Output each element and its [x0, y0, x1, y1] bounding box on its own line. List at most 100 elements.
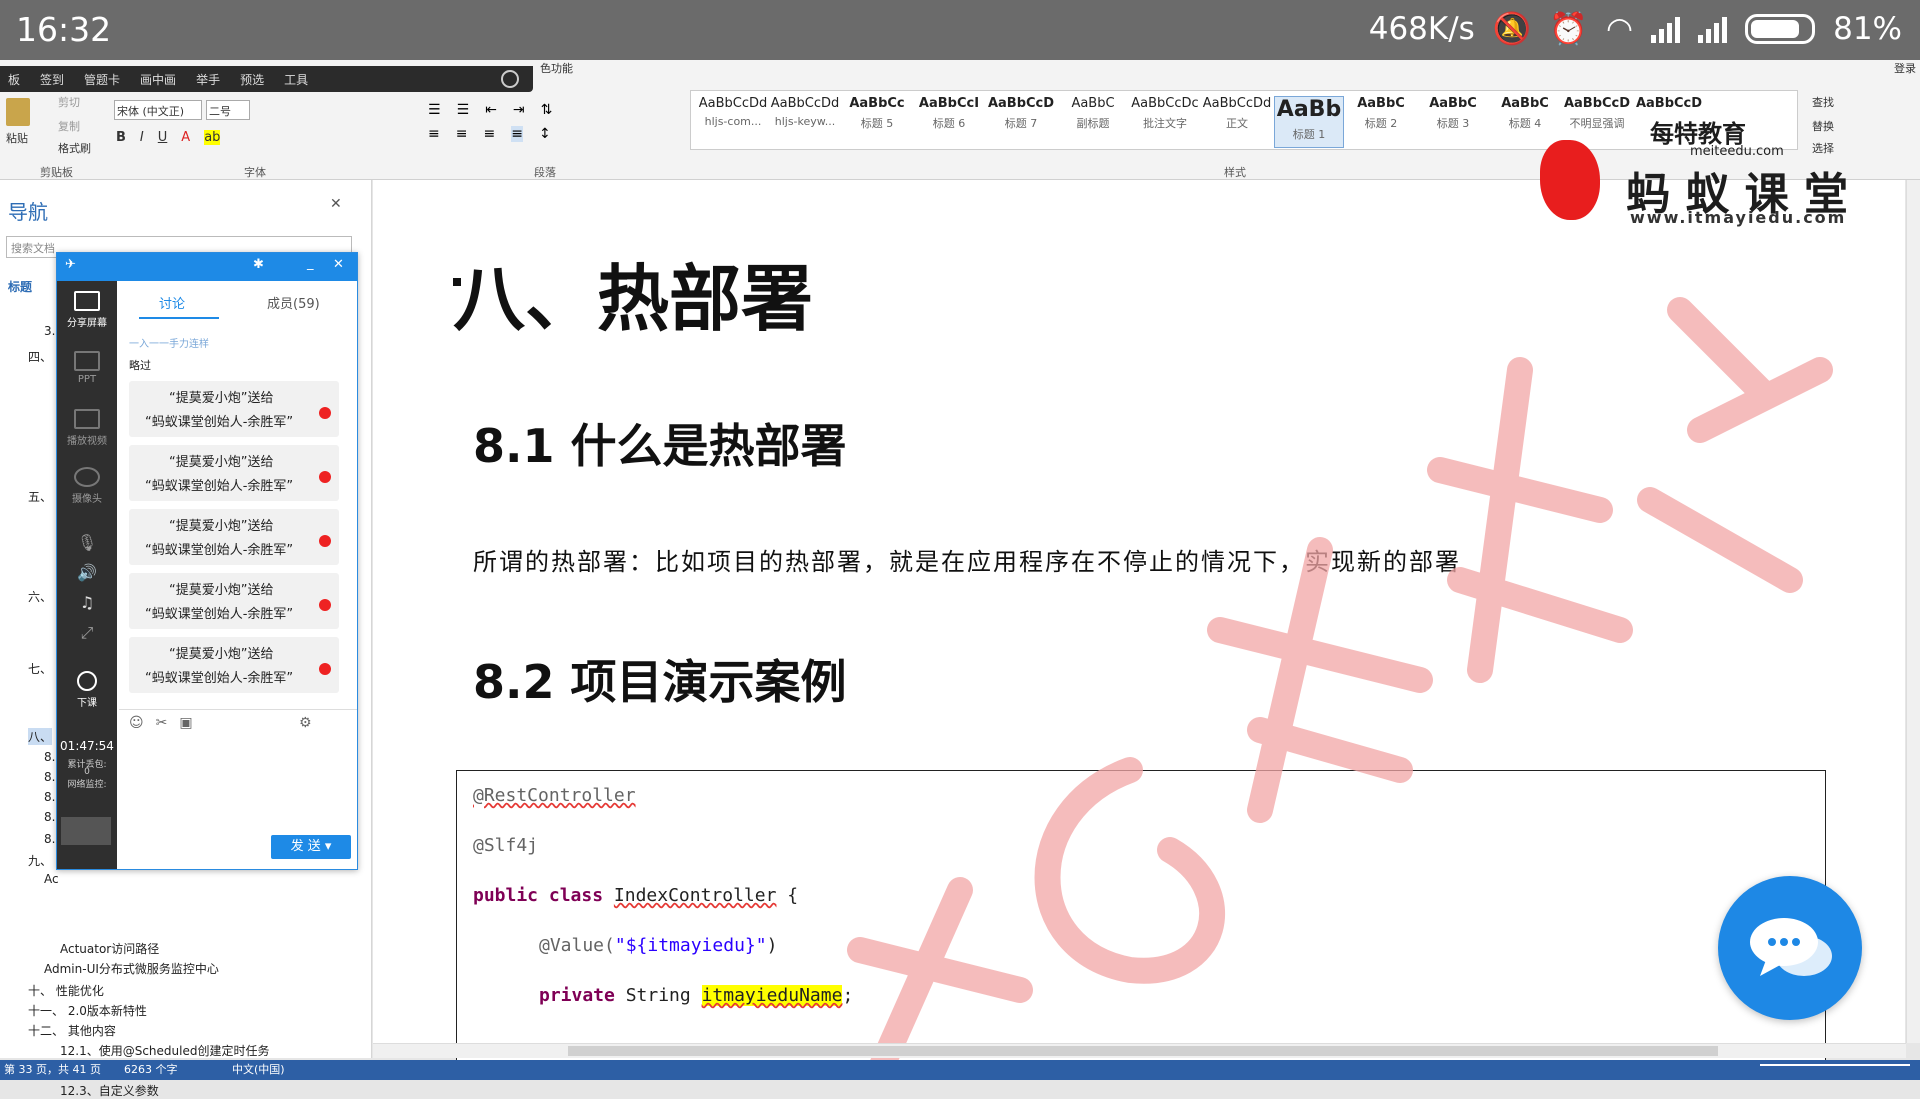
justify-icon[interactable]: ≡ — [511, 126, 523, 142]
gift-sender: “提莫爱小炮”送给 — [169, 647, 274, 662]
tab-answer-card[interactable]: 管题卡 — [84, 71, 120, 88]
font-size-select[interactable]: 二号 — [206, 100, 250, 120]
nav-item[interactable]: Ac — [44, 872, 59, 886]
battery-icon — [1745, 13, 1816, 44]
zoom-slider[interactable] — [1760, 1064, 1910, 1066]
close-icon[interactable]: ✕ — [333, 257, 344, 272]
login-link[interactable]: 登录 — [1894, 60, 1916, 76]
line-spacing-icon[interactable]: ↕ — [539, 126, 551, 142]
close-icon[interactable]: ✕ — [330, 196, 342, 212]
style-item[interactable]: AaBbCcDd 正文 — [1202, 96, 1272, 148]
font-name-select[interactable]: 宋体 (中文正) — [114, 100, 202, 120]
align-center-icon[interactable]: ≡ — [456, 126, 468, 142]
share-icon[interactable]: ✈ — [65, 257, 76, 272]
nav-item[interactable]: 3. — [44, 324, 55, 338]
gift-recipient: “蚂蚁课堂创始人-余胜军” — [145, 607, 294, 622]
style-item[interactable]: AaBbCcI 标题 6 — [914, 96, 984, 148]
tab-preselect[interactable]: 预选 — [240, 71, 264, 88]
nav-tab-headings[interactable]: 标题 — [8, 278, 32, 295]
style-item[interactable]: AaBbCcD 标题 7 — [986, 96, 1056, 148]
heading-1: 八、热部署 — [453, 256, 814, 341]
speaker-icon[interactable]: 🔊 — [57, 563, 117, 582]
nav-item[interactable]: 十二、 其他内容 — [28, 1022, 116, 1039]
nav-item[interactable]: 12.1、使用@Scheduled创建定时任务 — [60, 1042, 269, 1059]
minimize-icon[interactable]: _ — [307, 256, 314, 271]
fullscreen-icon[interactable]: ⤢ — [57, 623, 117, 643]
nav-item[interactable]: 八、 — [28, 728, 53, 745]
highlight-icon[interactable]: ab — [204, 130, 221, 145]
indent-icon[interactable]: ⇥ — [513, 102, 525, 118]
share-screen-button[interactable]: 分享屏幕 — [57, 291, 117, 329]
pin-icon[interactable]: ✱ — [253, 257, 264, 272]
style-item[interactable]: AaBb 标题 1 — [1274, 96, 1344, 148]
nav-item[interactable]: 十、 性能优化 — [28, 982, 104, 999]
network-monitor-label: 网络监控: — [67, 780, 107, 790]
battery-percent: 81% — [1833, 10, 1902, 47]
word-count[interactable]: 6263 个字 — [124, 1061, 178, 1077]
vertical-scrollbar[interactable] — [1906, 180, 1920, 1043]
nav-item[interactable]: 七、 — [28, 660, 52, 677]
underline-button[interactable]: U — [158, 130, 168, 145]
nav-item[interactable]: Actuator访问路径 — [60, 940, 159, 957]
align-right-icon[interactable]: ≡ — [483, 126, 495, 142]
style-sample: AaBbCcDd — [1202, 96, 1272, 111]
font-color-icon[interactable]: A — [181, 130, 190, 145]
paste-button[interactable]: 粘贴 — [6, 130, 28, 146]
nav-item[interactable]: 五、 — [28, 488, 52, 505]
nav-item[interactable]: 12.3、自定义参数 — [60, 1082, 159, 1099]
tab-pip[interactable]: 画中画 — [140, 71, 176, 88]
numbering-icon[interactable]: ☰ — [457, 102, 470, 118]
page-count[interactable]: 第 33 页，共 41 页 — [4, 1061, 101, 1077]
scissors-icon[interactable]: ✂ — [156, 715, 168, 731]
format-painter-button[interactable]: 格式刷 — [58, 140, 91, 156]
style-sample: AaBbCcI — [918, 96, 980, 111]
tab-members[interactable]: 成员(59) — [267, 293, 320, 312]
tab-discussion[interactable]: 讨论 — [159, 293, 185, 312]
end-class-button[interactable]: 下课 — [57, 671, 117, 709]
settings-icon[interactable]: ⚙ — [299, 715, 312, 731]
ribbon-tab-extra[interactable]: 色功能 — [540, 60, 573, 76]
style-item[interactable]: AaBbCc 标题 5 — [842, 96, 912, 148]
cut-button[interactable]: 剪切 — [58, 94, 80, 110]
nav-item[interactable]: 四、 — [28, 348, 52, 365]
style-item[interactable]: AaBbCcDd hljs-com... — [698, 96, 768, 148]
emoji-icon[interactable]: ☺ — [129, 715, 144, 731]
style-item[interactable]: AaBbC 标题 3 — [1418, 96, 1488, 148]
align-left-icon[interactable]: ≡ — [428, 126, 440, 142]
chat-message-input[interactable] — [119, 737, 355, 817]
style-item[interactable]: AaBbC 副标题 — [1058, 96, 1128, 148]
bold-button[interactable]: B — [116, 130, 126, 145]
ppt-button[interactable]: PPT — [57, 351, 117, 385]
tab-item[interactable]: 板 — [8, 71, 20, 88]
outdent-icon[interactable]: ⇤ — [485, 102, 497, 118]
horizontal-scrollbar[interactable] — [373, 1043, 1906, 1058]
italic-button[interactable]: I — [140, 130, 144, 145]
image-icon[interactable]: ▣ — [179, 715, 192, 731]
send-button[interactable]: 发 送 ▾ — [271, 835, 351, 859]
tab-tools[interactable]: 工具 — [284, 71, 308, 88]
copy-button[interactable]: 复制 — [58, 118, 80, 134]
tab-raise-hand[interactable]: 举手 — [196, 71, 220, 88]
sort-icon[interactable]: ⇅ — [541, 102, 553, 118]
music-icon[interactable]: ♫ — [57, 593, 117, 612]
nav-item[interactable]: 六、 — [28, 588, 52, 605]
language[interactable]: 中文(中国) — [232, 1061, 285, 1077]
tab-signin[interactable]: 签到 — [40, 71, 64, 88]
chat-bubble-button[interactable] — [1718, 876, 1862, 1020]
nav-item[interactable]: 九、 — [28, 852, 52, 869]
paste-icon[interactable] — [6, 98, 30, 126]
style-name: hljs-com... — [704, 115, 762, 128]
bullets-icon[interactable]: ☰ — [428, 102, 441, 118]
style-item[interactable]: AaBbC 标题 2 — [1346, 96, 1416, 148]
power-icon[interactable] — [501, 70, 519, 88]
net-speed: 468K/s — [1368, 10, 1475, 47]
code-line-4: @Value("${itmayiedu}") — [539, 935, 778, 956]
style-item[interactable]: AaBbCcDd hljs-keyw... — [770, 96, 840, 148]
nav-title: 导航 — [8, 200, 48, 224]
mic-icon[interactable]: 🎙 — [57, 533, 117, 552]
nav-item[interactable]: Admin-UI分布式微服务监控中心 — [44, 960, 219, 977]
nav-item[interactable]: 十一、 2.0版本新特性 — [28, 1002, 147, 1019]
play-video-button[interactable]: 播放视频 — [57, 409, 117, 447]
camera-button[interactable]: 摄像头 — [57, 467, 117, 505]
style-item[interactable]: AaBbCcDc 批注文字 — [1130, 96, 1200, 148]
